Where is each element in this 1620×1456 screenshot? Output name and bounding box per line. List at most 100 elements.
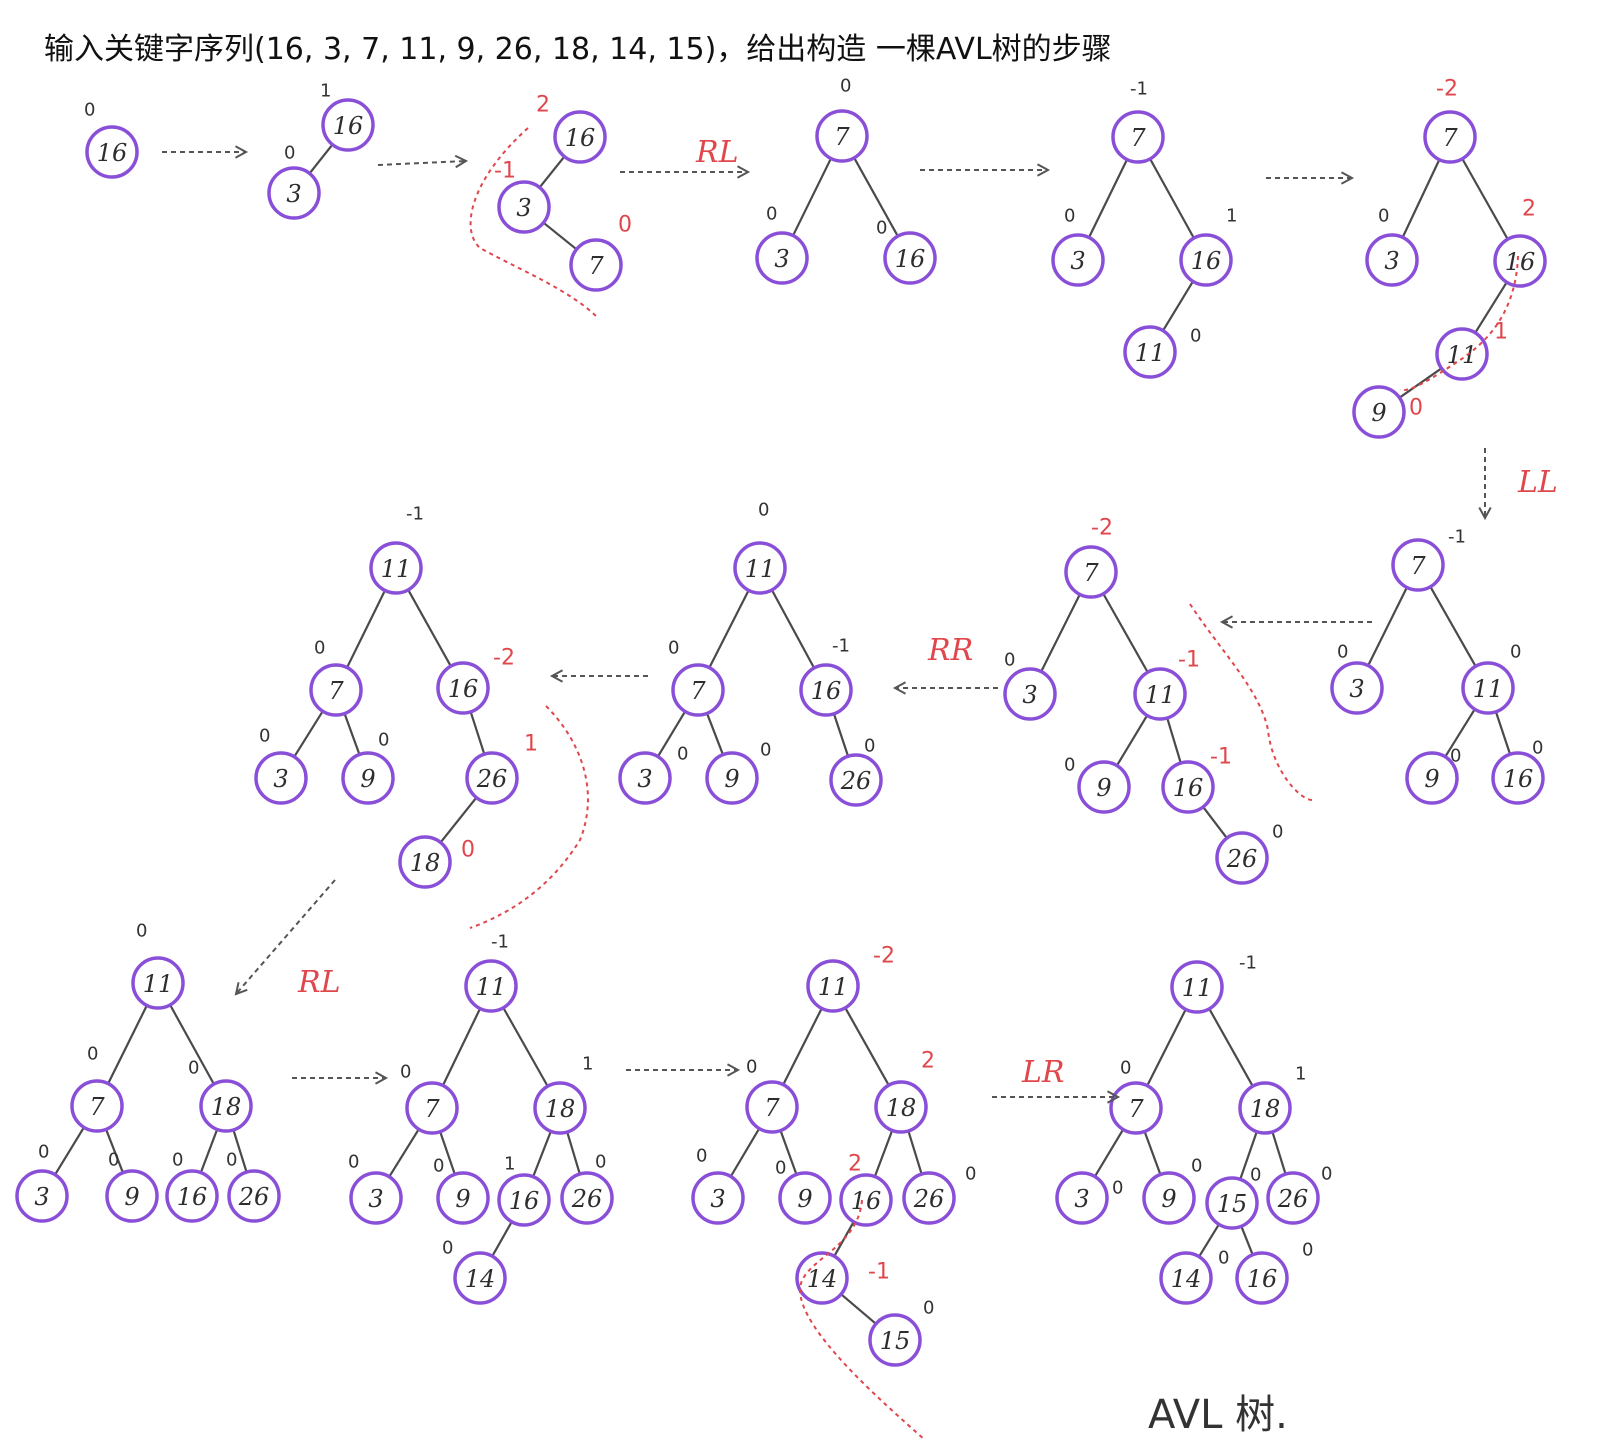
tree-node: 26 (227, 1169, 281, 1223)
tree-edge (542, 221, 578, 251)
balance-factor: -2 (873, 944, 895, 969)
node-key: 3 (1384, 247, 1399, 275)
balance-factor: -2 (1436, 77, 1458, 102)
node-key: 3 (1074, 1185, 1089, 1213)
tree-edge (343, 713, 361, 755)
tree-node: 7 (405, 1081, 459, 1135)
tree-node: 26 (1215, 831, 1269, 885)
node-key: 9 (724, 765, 739, 793)
balance-factor: 0 (923, 1298, 934, 1319)
tree-edge (1149, 158, 1195, 239)
node-key: 18 (211, 1093, 242, 1121)
node-key: 16 (851, 1187, 882, 1215)
node-key: 26 (1226, 845, 1258, 873)
tree-node: 3 (1330, 661, 1384, 715)
rotation-label: RL (695, 135, 739, 170)
balance-factor: -1 (1178, 648, 1200, 673)
tree-edge (1162, 280, 1194, 332)
tree-node: 16 (1235, 1251, 1289, 1305)
node-key: 11 (1473, 675, 1504, 703)
tree-edge (1146, 1008, 1187, 1087)
balance-factor: -1 (491, 932, 509, 953)
tree-node: 16 (436, 661, 490, 715)
balance-factor: 0 (1450, 746, 1461, 767)
rotation-label: LR (1021, 1055, 1065, 1090)
tree-node: 3 (1003, 667, 1057, 721)
tree-edge (1115, 714, 1149, 767)
node-key: 9 (455, 1185, 470, 1213)
node-key: 7 (424, 1095, 440, 1123)
balance-factor: -1 (868, 1260, 890, 1285)
tree-node: 16 (321, 98, 375, 152)
tree-edge (832, 713, 850, 757)
tree-edge (441, 1008, 482, 1086)
tree-node: 3 (755, 231, 809, 285)
tree-node: 9 (705, 751, 759, 805)
balance-factor: -1 (1210, 745, 1232, 770)
tree-node: 7 (815, 109, 869, 163)
tree-edge (538, 155, 566, 189)
balance-factor: 0 (284, 143, 295, 164)
tree-node: 3 (497, 180, 551, 234)
tree-edge (792, 157, 832, 237)
node-key: 16 (333, 112, 364, 140)
tree-node: 26 (1266, 1171, 1320, 1225)
tree-edge (407, 589, 452, 667)
tree-edge (199, 1128, 219, 1174)
tree-edge (491, 1221, 513, 1257)
step-arrow (1478, 448, 1492, 521)
balance-factor: 2 (536, 93, 550, 118)
tree-edge (770, 589, 816, 669)
node-key: 7 (89, 1093, 105, 1121)
node-key: 9 (124, 1183, 139, 1211)
avl-tree-step-9: 1107016-13090260 (618, 500, 883, 807)
step-arrow (377, 154, 469, 169)
tree-edge (1202, 806, 1228, 839)
tree-node: 11 (1461, 661, 1515, 715)
tree-node: 7 (569, 238, 623, 292)
node-key: 9 (797, 1185, 812, 1213)
balance-factor: -1 (832, 636, 850, 657)
balance-factor: 0 (1064, 755, 1075, 776)
rotation-label: RL (297, 965, 341, 1000)
balance-factor: 0 (1190, 326, 1201, 347)
node-key: 7 (690, 677, 706, 705)
node-key: 11 (1145, 681, 1176, 709)
node-key: 26 (913, 1185, 945, 1213)
node-key: 18 (886, 1094, 917, 1122)
node-key: 11 (476, 973, 507, 1001)
balance-factor: 0 (136, 921, 147, 942)
node-key: 16 (1503, 765, 1534, 793)
tree-node: 7 (671, 663, 725, 717)
tree-node: 16 (165, 1169, 219, 1223)
tree-edge (502, 1007, 549, 1087)
tree-node: 11 (806, 959, 860, 1013)
node-key: 16 (177, 1183, 208, 1211)
tree-node: 16 (839, 1173, 893, 1227)
node-key: 16 (1191, 247, 1222, 275)
tree-node: 16 (883, 231, 937, 285)
step-arrow (920, 163, 1051, 177)
avl-tree-step-1: 160 (84, 100, 139, 179)
node-key: 15 (880, 1327, 911, 1355)
balance-factor: 0 (433, 1156, 444, 1177)
balance-factor: 0 (1532, 738, 1543, 759)
avl-tree-step-2: 161 3 0 (267, 81, 375, 220)
balance-factor: 1 (504, 1154, 515, 1175)
balance-factor: 0 (226, 1150, 237, 1171)
tree-edge (1166, 717, 1182, 764)
node-key: 16 (565, 124, 596, 152)
tree-edge (439, 796, 478, 844)
tree-node: 11 (1170, 960, 1224, 1014)
tree-node: 15 (868, 1313, 922, 1367)
tree-edge (1271, 1131, 1287, 1175)
balance-factor: 0 (668, 638, 679, 659)
tree-edge (708, 589, 750, 669)
balance-factor: 0 (108, 1150, 119, 1171)
node-key: 7 (328, 677, 344, 705)
tree-edge (1040, 593, 1081, 673)
node-key: 26 (840, 767, 872, 795)
tree-edge (532, 1130, 552, 1178)
avl-construction-diagram: 160161301623-17070301607-1301611107-2301… (15, 76, 1558, 1441)
node-key: 9 (1096, 774, 1111, 802)
